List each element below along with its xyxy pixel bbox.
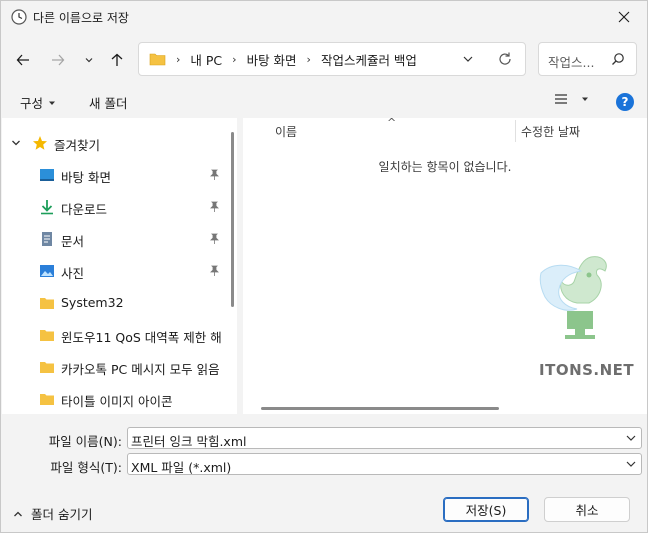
breadcrumb: › 내 PC › 바탕 화면 › 작업스케쥴러 백업: [149, 43, 417, 75]
nav-item-label: 윈도우11 QoS 대역폭 제한 해: [61, 330, 222, 345]
breadcrumb-item[interactable]: 바탕 화면: [247, 50, 297, 69]
download-icon: [41, 200, 53, 215]
forward-button[interactable]: [46, 48, 70, 72]
hide-folders-button[interactable]: 폴더 숨기기: [13, 504, 92, 523]
nav-item-pictures[interactable]: 사진: [2, 258, 231, 284]
arrow-left-icon: [16, 54, 29, 66]
nav-item-downloads[interactable]: 다운로드: [2, 194, 231, 220]
breadcrumb-item[interactable]: 작업스케쥴러 백업: [321, 50, 417, 69]
filetype-value: XML 파일 (*.xml): [131, 460, 232, 475]
nav-item-folder[interactable]: 카카오톡 PC 메시지 모두 읽음: [2, 354, 231, 380]
help-button[interactable]: ?: [616, 93, 634, 111]
chevron-down-icon[interactable]: [461, 52, 475, 66]
file-list[interactable]: 이름 ^ 수정한 날짜 일치하는 항목이 없습니다. ITONS.NET: [243, 116, 647, 414]
nav-item-desktop[interactable]: 바탕 화면: [2, 162, 231, 188]
sort-ascending-icon: ^: [387, 116, 397, 129]
navigation-pane[interactable]: 즐겨찾기 바탕 화면 다운로드 문서 사진 System32 윈도우11 QoS…: [2, 118, 237, 414]
caret-down-icon: [582, 97, 588, 101]
chevron-down-icon: [85, 58, 93, 63]
organize-label: 구성: [20, 96, 44, 111]
arrow-right-icon: [52, 54, 65, 66]
nav-item-folder[interactable]: System32: [2, 290, 231, 316]
title-bar: 다른 이름으로 저장: [1, 1, 647, 33]
empty-folder-message: 일치하는 항목이 없습니다.: [378, 160, 512, 174]
nav-item-label: 타이틀 이미지 아이콘: [61, 394, 173, 409]
horizontal-scrollbar[interactable]: [261, 407, 499, 410]
filename-value: 프린터 잉크 막힘.xml: [131, 434, 247, 449]
arrow-up-icon: [111, 53, 123, 66]
pin-icon[interactable]: [208, 201, 220, 213]
filetype-label: 파일 형식(T):: [50, 460, 122, 475]
nav-item-label: 바탕 화면: [61, 170, 111, 185]
new-folder-label: 새 폴더: [89, 96, 128, 111]
folder-icon: [149, 53, 166, 66]
quick-access-label: 즐겨찾기: [54, 138, 101, 153]
folder-icon: [40, 394, 54, 405]
back-button[interactable]: [11, 48, 35, 72]
hide-folders-label: 폴더 숨기기: [31, 507, 93, 522]
new-folder-button[interactable]: 새 폴더: [89, 93, 127, 112]
breadcrumb-separator: ›: [176, 52, 181, 66]
close-icon: [618, 11, 630, 23]
caret-down-icon: [49, 101, 56, 105]
folder-icon: [40, 298, 54, 309]
organize-menu[interactable]: 구성: [20, 93, 57, 112]
pin-icon[interactable]: [208, 233, 220, 245]
filetype-select[interactable]: XML 파일 (*.xml): [127, 453, 642, 475]
search-placeholder: 작업스...: [548, 55, 595, 70]
pin-icon[interactable]: [208, 169, 220, 181]
nav-item-label: 문서: [61, 234, 85, 249]
column-header-name[interactable]: 이름: [275, 123, 297, 140]
address-bar[interactable]: › 내 PC › 바탕 화면 › 작업스케쥴러 백업: [138, 42, 526, 76]
nav-scrollbar[interactable]: [231, 132, 234, 307]
nav-item-label: System32: [61, 295, 124, 310]
nav-item-folder[interactable]: 타이틀 이미지 아이콘: [2, 386, 231, 412]
clock-app-icon: [11, 9, 27, 25]
close-button[interactable]: [601, 1, 647, 33]
nav-item-label: 카카오톡 PC 메시지 모두 읽음: [61, 362, 220, 377]
itons-logo-icon: [539, 256, 607, 339]
search-icon: [612, 53, 624, 65]
chevron-down-icon[interactable]: [625, 432, 637, 444]
nav-item-label: 사진: [61, 266, 85, 281]
pictures-icon: [40, 265, 54, 277]
save-button[interactable]: 저장(S): [443, 497, 529, 522]
window-title: 다른 이름으로 저장: [33, 11, 129, 25]
folder-icon: [40, 362, 54, 373]
filename-label: 파일 이름(N):: [48, 434, 122, 449]
up-button[interactable]: [105, 48, 129, 72]
save-as-dialog: 다른 이름으로 저장 › 내 PC › 바탕 화면 › 작업스케쥴러 백업 작업…: [0, 0, 648, 533]
nav-item-label: 다운로드: [61, 202, 108, 217]
folder-icon: [40, 330, 54, 341]
column-header-date-modified[interactable]: 수정한 날짜: [521, 123, 580, 140]
nav-item-documents[interactable]: 문서: [2, 226, 231, 252]
breadcrumb-separator: ›: [306, 52, 311, 66]
quick-access-group[interactable]: 즐겨찾기: [2, 130, 231, 156]
breadcrumb-item[interactable]: 내 PC: [190, 50, 222, 69]
breadcrumb-separator: ›: [232, 52, 237, 66]
cancel-button[interactable]: 취소: [544, 497, 630, 522]
chevron-up-icon: [14, 511, 22, 516]
column-divider[interactable]: [515, 120, 516, 142]
refresh-icon[interactable]: [497, 51, 513, 67]
nav-item-folder[interactable]: 윈도우11 QoS 대역폭 제한 해: [2, 322, 231, 348]
document-icon: [42, 232, 52, 246]
list-view-icon: [555, 94, 567, 104]
desktop-icon: [40, 169, 54, 181]
recent-locations-button[interactable]: [77, 48, 101, 72]
help-icon: ?: [621, 95, 629, 109]
view-options-button[interactable]: [554, 93, 590, 105]
chevron-down-icon[interactable]: [625, 458, 637, 470]
pin-icon[interactable]: [208, 265, 220, 277]
watermark-text: ITONS.NET: [539, 361, 635, 379]
star-icon: [33, 136, 47, 150]
chevron-down-icon: [12, 140, 20, 146]
search-box[interactable]: 작업스...: [538, 42, 637, 76]
filename-input[interactable]: 프린터 잉크 막힘.xml: [127, 427, 642, 449]
